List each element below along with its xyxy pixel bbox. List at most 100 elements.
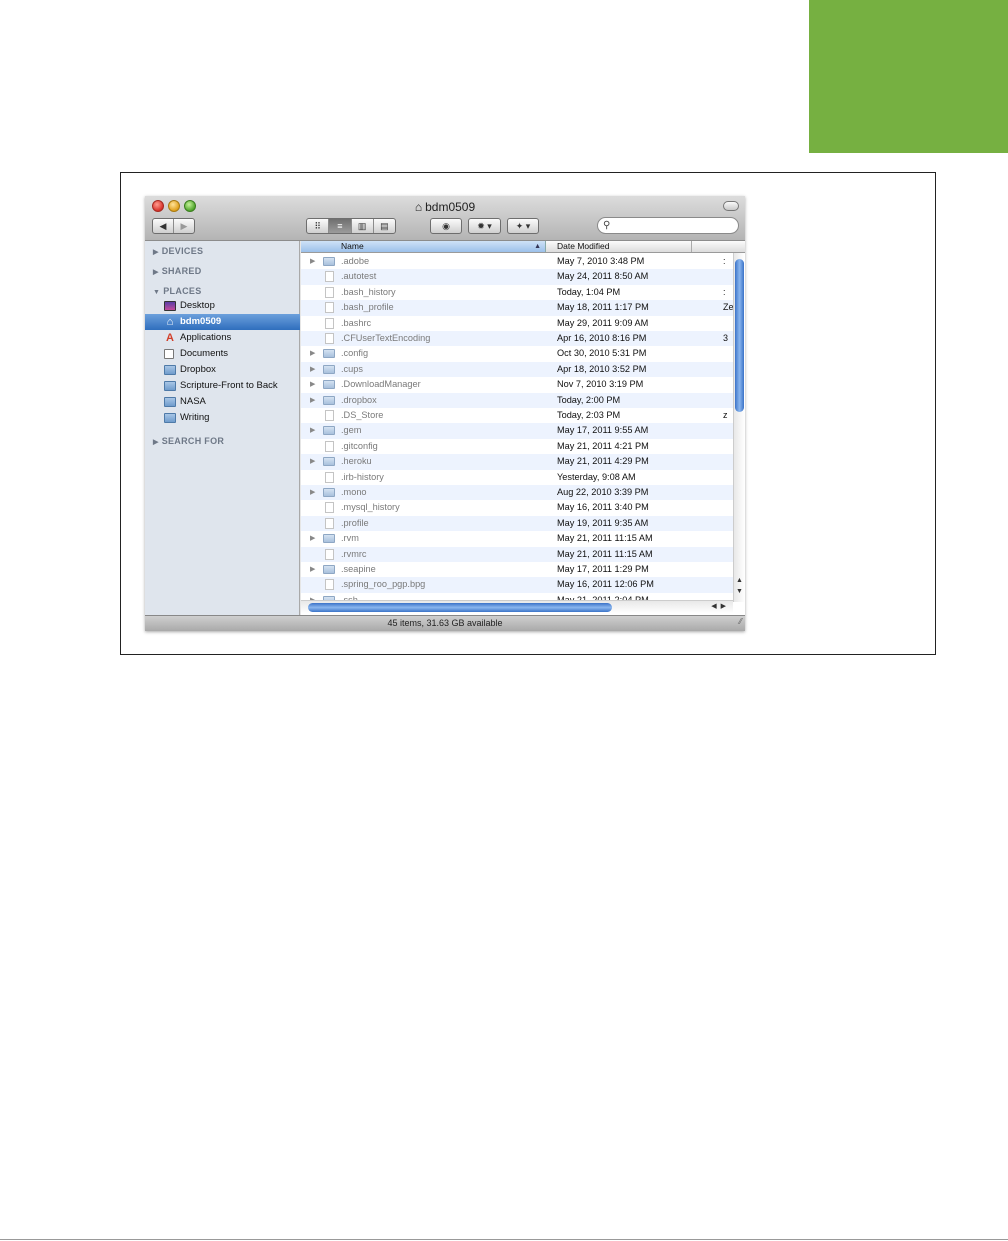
folder-icon bbox=[164, 413, 176, 423]
file-name: .cups bbox=[341, 363, 363, 374]
date-modified-column-header[interactable]: Date Modified bbox=[557, 241, 609, 252]
vertical-scrollbar[interactable]: ▲ ▼ bbox=[733, 253, 745, 602]
table-row[interactable]: .rvmrc May 21, 2011 11:15 AM bbox=[301, 546, 745, 562]
file-name: .rvm bbox=[341, 533, 359, 544]
table-row[interactable]: .profile May 19, 2011 9:35 AM bbox=[301, 515, 745, 532]
sidebar-section-shared[interactable]: ▶ SHARED bbox=[153, 266, 202, 276]
icon-view-icon[interactable]: ⠿ bbox=[307, 219, 330, 233]
scroll-down-arrow-icon[interactable]: ▼ bbox=[736, 588, 743, 595]
table-row[interactable]: ▶ .heroku May 21, 2011 4:29 PM bbox=[301, 454, 745, 470]
table-row[interactable]: ▶ .gem May 17, 2011 9:55 AM bbox=[301, 423, 745, 439]
table-row[interactable]: .autotest May 24, 2011 8:50 AM bbox=[301, 269, 745, 285]
table-row[interactable]: .irb-history Yesterday, 9:08 AM bbox=[301, 470, 745, 485]
view-segmented-control: ⠿ ≡ ▥ ▤ bbox=[306, 218, 396, 234]
table-row[interactable]: ▶ .adobe May 7, 2010 3:48 PM: bbox=[301, 254, 745, 269]
sidebar-item-scripture[interactable]: Scripture-Front to Back bbox=[145, 378, 300, 394]
vertical-scroll-thumb[interactable] bbox=[735, 259, 744, 412]
resize-grip-icon[interactable]: ⁄⁄ bbox=[739, 614, 742, 629]
action-menu-button[interactable]: ✹ ▾ bbox=[468, 218, 501, 234]
table-row[interactable]: ▶ .dropbox Today, 2:00 PM bbox=[301, 392, 745, 408]
nav-buttons: ◀ ▶ bbox=[152, 218, 195, 234]
folder-icon bbox=[323, 380, 335, 390]
table-row[interactable]: ▶ .DownloadManager Nov 7, 2010 3:19 PM bbox=[301, 377, 745, 392]
list-view-icon[interactable]: ≡ bbox=[329, 219, 352, 233]
file-name: .bashrc bbox=[341, 317, 372, 328]
quick-look-button[interactable]: ◉ bbox=[430, 218, 462, 234]
truncated-column-value: 3 bbox=[723, 333, 729, 343]
file-name: .spring_roo_pgp.bpg bbox=[341, 579, 426, 590]
scroll-up-arrow-icon[interactable]: ▲ bbox=[736, 577, 743, 584]
file-name: .DS_Store bbox=[341, 410, 384, 420]
coverflow-view-icon[interactable]: ▤ bbox=[374, 219, 395, 233]
table-row[interactable]: .bash_history Today, 1:04 PM: bbox=[301, 285, 745, 300]
file-name: .CFUserTextEncoding bbox=[341, 333, 431, 343]
sidebar-item-desktop[interactable]: Desktop bbox=[145, 298, 300, 314]
disclosure-triangle-icon[interactable]: ▶ bbox=[310, 423, 315, 438]
horizontal-scroll-thumb[interactable] bbox=[308, 603, 612, 612]
table-row[interactable]: .gitconfig May 21, 2011 4:21 PM bbox=[301, 439, 745, 454]
truncated-column-value: : bbox=[723, 286, 726, 297]
folder-icon bbox=[323, 565, 335, 574]
sidebar-section-search-for[interactable]: ▶ SEARCH FOR bbox=[153, 436, 224, 446]
disclosure-triangle-icon[interactable]: ▶ bbox=[310, 362, 315, 377]
table-row[interactable]: ▶ .cups Apr 18, 2010 3:52 PM bbox=[301, 361, 745, 378]
date-modified: Today, 2:03 PM bbox=[557, 410, 621, 420]
disclosure-triangle-icon[interactable]: ▶ bbox=[310, 377, 315, 392]
disclosure-triangle-icon[interactable]: ▶ bbox=[310, 454, 315, 469]
sidebar-item-bdm0509[interactable]: ⌂ bdm0509 bbox=[145, 314, 300, 330]
column-view-icon[interactable]: ▥ bbox=[352, 219, 374, 233]
disclosure-triangle-icon[interactable]: ▶ bbox=[310, 531, 315, 546]
date-modified: May 17, 2011 1:29 PM bbox=[557, 564, 649, 574]
folder-icon bbox=[323, 257, 335, 266]
disclosure-triangle-icon[interactable]: ▶ bbox=[310, 254, 315, 269]
horizontal-scroll-arrows-icon[interactable]: ◀▶ bbox=[711, 601, 730, 613]
desktop-icon bbox=[164, 301, 176, 311]
document-icon bbox=[325, 579, 334, 591]
sidebar-item-writing[interactable]: Writing bbox=[145, 410, 300, 426]
truncated-column-value: : bbox=[723, 256, 726, 266]
table-row[interactable]: .DS_Store Today, 2:03 PM z bbox=[301, 408, 745, 423]
table-row[interactable]: .spring_roo_pgp.bpg May 16, 2011 12:06 PM bbox=[301, 577, 745, 593]
status-text: 45 items, 31.63 GB available bbox=[387, 618, 503, 628]
sidebar-section-places[interactable]: ▼ PLACES bbox=[153, 286, 202, 296]
folder-icon bbox=[323, 395, 335, 405]
document-icon bbox=[325, 517, 334, 529]
table-row[interactable]: .CFUserTextEncoding Apr 16, 2010 8:16 PM 3 bbox=[301, 331, 745, 347]
sidebar-item-applications[interactable]: A Applications bbox=[145, 330, 300, 346]
file-name: .gitconfig bbox=[341, 440, 378, 451]
disclosure-triangle-icon[interactable]: ▶ bbox=[310, 485, 315, 500]
sidebar-item-documents[interactable]: Documents bbox=[145, 346, 300, 362]
date-modified: May 21, 2011 4:29 PM bbox=[557, 456, 649, 467]
table-row[interactable]: .bash_profile May 18, 2011 1:17 PM Ze bbox=[301, 300, 745, 316]
file-name: .autotest bbox=[341, 271, 377, 282]
title-bar[interactable]: ⌂ bdm0509 ◀ ▶ ⠿ ≡ ▥ ▤ ◉ ✹ ▾ ✦ ▾ ⚲ bbox=[145, 196, 745, 241]
disclosure-triangle-icon[interactable]: ▶ bbox=[310, 393, 315, 408]
sidebar-section-devices[interactable]: ▶ DEVICES bbox=[153, 246, 203, 256]
file-name: .adobe bbox=[341, 256, 370, 266]
dropbox-menu-button[interactable]: ✦ ▾ bbox=[507, 218, 539, 234]
search-input[interactable]: ⚲ bbox=[597, 217, 739, 234]
table-row[interactable]: .mysql_history May 16, 2011 3:40 PM bbox=[301, 500, 745, 515]
disclosure-triangle-icon[interactable]: ▶ bbox=[310, 346, 315, 361]
document-icon bbox=[325, 410, 334, 421]
table-row[interactable]: ▶ .mono Aug 22, 2010 3:39 PM bbox=[301, 485, 745, 501]
table-row[interactable]: ▶ .seapine May 17, 2011 1:29 PM bbox=[301, 562, 745, 577]
toolbar-toggle-button[interactable] bbox=[723, 201, 739, 211]
date-modified: May 19, 2011 9:35 AM bbox=[557, 517, 649, 528]
sidebar-item-dropbox[interactable]: Dropbox bbox=[145, 362, 300, 378]
folder-icon bbox=[164, 365, 176, 375]
sidebar-item-nasa[interactable]: NASA bbox=[145, 394, 300, 410]
eye-icon: ◉ bbox=[442, 220, 450, 231]
horizontal-scrollbar[interactable]: ◀▶ bbox=[301, 600, 733, 613]
back-button[interactable]: ◀ bbox=[153, 219, 174, 233]
disclosure-triangle-icon[interactable]: ▶ bbox=[310, 562, 315, 577]
name-column-header[interactable]: Name ▲ bbox=[301, 241, 546, 252]
table-row[interactable]: ▶ .rvm May 21, 2011 11:15 AM bbox=[301, 531, 745, 546]
table-row[interactable]: ▶ .config Oct 30, 2010 5:31 PM bbox=[301, 346, 745, 361]
date-modified: Oct 30, 2010 5:31 PM bbox=[557, 348, 647, 359]
folder-icon bbox=[164, 397, 176, 407]
truncated-column-value: Ze bbox=[723, 302, 734, 313]
file-name: .dropbox bbox=[341, 394, 377, 405]
table-row[interactable]: .bashrc May 29, 2011 9:09 AM bbox=[301, 316, 745, 331]
forward-button[interactable]: ▶ bbox=[174, 219, 194, 233]
